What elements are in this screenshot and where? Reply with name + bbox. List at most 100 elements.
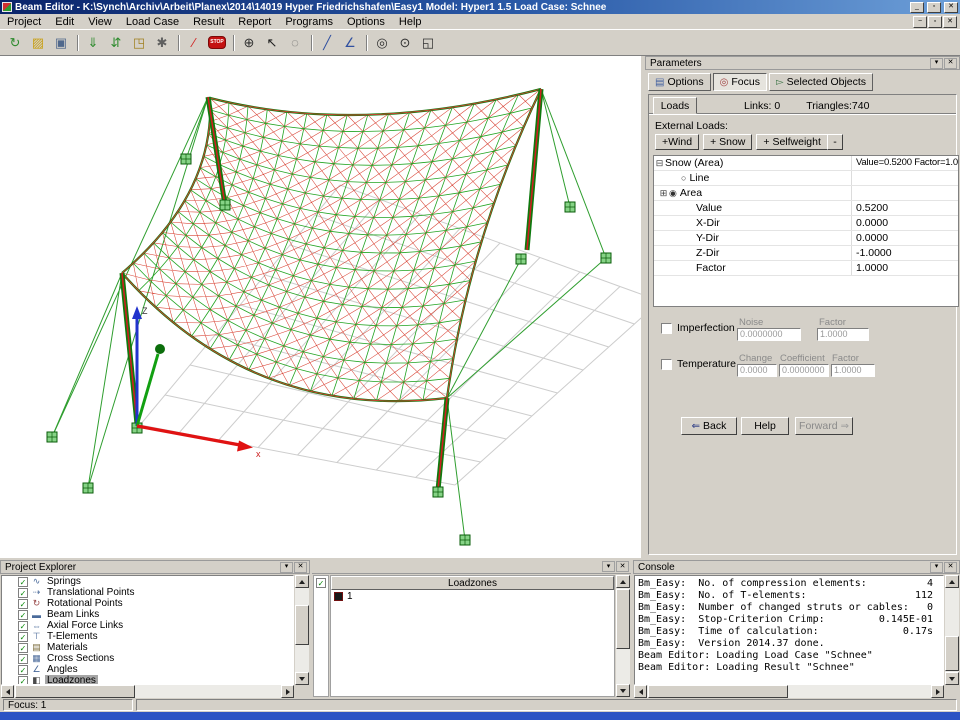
property-row[interactable]: Factor 1.0000	[654, 261, 958, 276]
panel-menu-button[interactable]: ▾	[930, 562, 943, 573]
panel-menu-button[interactable]: ▾	[602, 561, 615, 572]
tree-item[interactable]: ✓ ↻ Rotational Points	[2, 598, 293, 609]
forward-button[interactable]: Forward ⇒	[795, 417, 853, 435]
mdi-restore-button[interactable]: ▫	[928, 16, 942, 28]
menu-item[interactable]: Options	[340, 15, 392, 29]
scroll-left-button[interactable]	[634, 685, 647, 698]
tree-item[interactable]: ✓ ▬ Beam Links	[2, 609, 293, 620]
project-explorer-hscrollbar[interactable]	[1, 685, 294, 698]
property-value[interactable]	[851, 186, 958, 200]
tree-item[interactable]: ✓ ⊤ T-Elements	[2, 631, 293, 642]
scrollbar-thumb[interactable]	[295, 605, 309, 645]
property-value[interactable]: 0.0000	[851, 216, 958, 230]
property-row[interactable]: X-Dir 0.0000	[654, 216, 958, 231]
checkbox-checked-icon[interactable]: ✓	[18, 654, 28, 664]
load-anchor-icon[interactable]: ⇓	[82, 33, 104, 53]
menu-item[interactable]: Edit	[48, 15, 81, 29]
tree-item[interactable]: ✓ ⇔ Axial Force Links	[2, 620, 293, 631]
menu-item[interactable]: Help	[392, 15, 429, 29]
import-model-icon[interactable]: ↻	[4, 33, 26, 53]
save-icon[interactable]: ▣	[50, 33, 72, 53]
temperature-checkbox[interactable]	[661, 359, 672, 370]
open-project-icon[interactable]: ▨	[27, 33, 49, 53]
menu-item[interactable]: Project	[0, 15, 48, 29]
noise-field[interactable]: 0.0000000	[737, 328, 801, 341]
scroll-down-button[interactable]	[295, 672, 309, 685]
scroll-down-button[interactable]	[945, 672, 959, 685]
menu-item[interactable]: View	[81, 15, 119, 29]
panel-menu-button[interactable]: ▾	[930, 58, 943, 69]
property-value[interactable]: -1.0000	[851, 246, 958, 260]
settings-tool-icon[interactable]: ✱	[151, 33, 173, 53]
tree-item[interactable]: ✓ ▦ Cross Sections	[2, 653, 293, 664]
property-row[interactable]: ⊞ ◉ Area	[654, 186, 958, 201]
structure-model-canvas[interactable]: Zx	[0, 56, 641, 558]
checkbox-checked-icon[interactable]: ✓	[18, 588, 28, 598]
scroll-up-button[interactable]	[945, 575, 959, 588]
property-row[interactable]: Y-Dir 0.0000	[654, 231, 958, 246]
property-value[interactable]: 0.5200	[851, 201, 958, 215]
property-row[interactable]: ○ Line	[654, 171, 958, 186]
scrollbar-thumb[interactable]	[15, 685, 135, 698]
project-explorer-vscrollbar[interactable]	[295, 575, 309, 685]
checkbox-checked-icon[interactable]: ✓	[18, 621, 28, 631]
maximize-button[interactable]: ▫	[927, 2, 941, 13]
scroll-down-button[interactable]	[616, 684, 630, 697]
menu-item[interactable]: Load Case	[119, 15, 186, 29]
property-row[interactable]: Value 0.5200	[654, 201, 958, 216]
scrollbar-thumb[interactable]	[945, 636, 959, 671]
checkbox-checked-icon[interactable]: ✓	[18, 577, 28, 587]
tree-item[interactable]: ✓ ◧ Loadzones	[2, 675, 293, 685]
scroll-up-button[interactable]	[616, 575, 630, 588]
tab-options[interactable]: ▤ Options	[648, 73, 711, 91]
console-output[interactable]: Bm_Easy: No. of compression elements: 4B…	[634, 575, 944, 685]
console-vscrollbar[interactable]	[945, 575, 959, 685]
checkbox-checked-icon[interactable]: ✓	[316, 578, 326, 588]
coefficient-field[interactable]: 0.0000000	[779, 364, 829, 377]
minimize-button[interactable]: _	[910, 2, 924, 13]
snap-icon[interactable]: ◎	[371, 33, 393, 53]
remove-load-button[interactable]: -	[827, 134, 843, 150]
mdi-close-button[interactable]: ✕	[943, 16, 957, 28]
stop-icon[interactable]: STOP	[206, 33, 228, 53]
line-tool-icon[interactable]: ╱	[316, 33, 338, 53]
add-selfweight-button[interactable]: + Selfweight	[756, 134, 828, 150]
property-value[interactable]	[851, 171, 958, 185]
panel-menu-button[interactable]: ▾	[280, 562, 293, 573]
property-row[interactable]: Z-Dir -1.0000	[654, 246, 958, 261]
viewport-3d[interactable]: Zx	[0, 56, 641, 558]
add-wind-button[interactable]: +Wind	[655, 134, 699, 150]
checkbox-checked-icon[interactable]: ✓	[18, 610, 28, 620]
console-hscrollbar[interactable]	[634, 685, 944, 698]
swap-anchors-icon[interactable]: ⇵	[105, 33, 127, 53]
checkbox-checked-icon[interactable]: ✓	[18, 665, 28, 675]
property-value[interactable]: 1.0000	[851, 261, 958, 275]
change-field[interactable]: 0.0000	[737, 364, 777, 377]
tab-focus[interactable]: ◎ Focus	[713, 73, 767, 91]
mdi-minimize-button[interactable]: −	[913, 16, 927, 28]
export-icon[interactable]: ◳	[128, 33, 150, 53]
property-value[interactable]: 0.0000	[851, 231, 958, 245]
zoom-icon[interactable]: ⊙	[394, 33, 416, 53]
loadzones-vscrollbar[interactable]	[616, 575, 630, 697]
tree-item[interactable]: ✓ ▤ Materials	[2, 642, 293, 653]
checkbox-checked-icon[interactable]: ✓	[18, 676, 28, 686]
checkbox-checked-icon[interactable]: ✓	[18, 632, 28, 642]
loadzone-row[interactable]: 1	[331, 590, 614, 603]
menu-item[interactable]: Programs	[278, 15, 340, 29]
scroll-up-button[interactable]	[295, 575, 309, 588]
pen-icon[interactable]: ∕	[183, 33, 205, 53]
tree-item[interactable]: ✓ ∿ Springs	[2, 576, 293, 587]
back-button[interactable]: ⇐ Back	[681, 417, 737, 435]
add-snow-button[interactable]: + Snow	[703, 134, 752, 150]
tree-item[interactable]: ✓ ⇢ Translational Points	[2, 587, 293, 598]
collapse-icon[interactable]: ⊟	[654, 158, 665, 169]
imperfection-checkbox[interactable]	[661, 323, 672, 334]
panel-close-button[interactable]: ✕	[944, 58, 957, 69]
scrollbar-thumb[interactable]	[616, 589, 630, 649]
menu-item[interactable]: Report	[231, 15, 278, 29]
property-table-header[interactable]: ⊟ Snow (Area) Value=0.5200 Factor=1.0000	[654, 156, 958, 171]
scroll-left-button[interactable]	[1, 685, 14, 698]
scroll-right-button[interactable]	[281, 685, 294, 698]
polyline-tool-icon[interactable]: ∠	[339, 33, 361, 53]
